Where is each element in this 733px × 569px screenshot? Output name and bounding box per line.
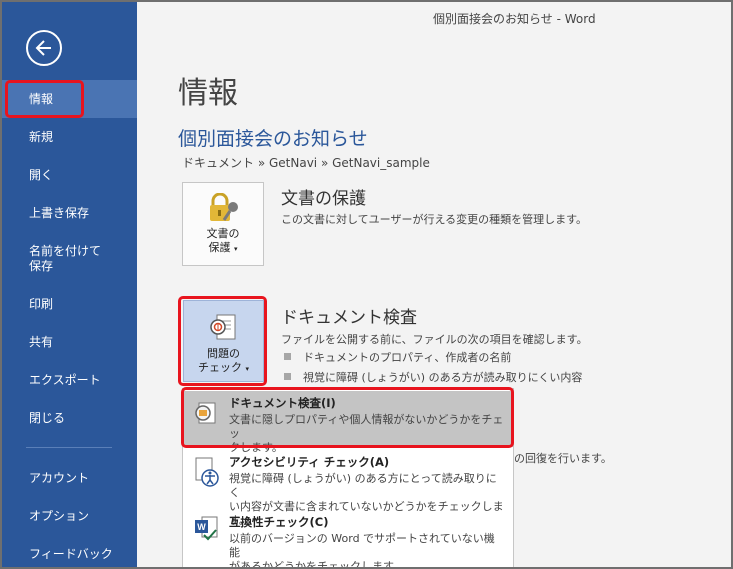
nav-item-save-as[interactable]: 名前を付けて 保存 [0,244,137,274]
nav-item-label: 名前を付けて [29,244,102,258]
nav-item-save[interactable]: 上書き保存 [0,206,137,221]
check-button-label-1: 問題の [207,347,240,360]
nav-item-label: フィードバック [29,547,113,561]
nav-item-label-line2: 保存 [29,259,54,273]
nav-item-label: 印刷 [29,297,54,311]
accessibility-icon [195,457,219,487]
inspect-bullet: 視覚に障碍 (しょうがい) のある方が読み取りにくい内容 [284,369,582,385]
menu-item-title: アクセシビリティ チェック(A) [229,455,390,469]
menu-item-accessibility-check[interactable]: アクセシビリティ チェック(A) 視覚に障碍 (しょうがい) のある方にとって読… [183,451,513,527]
inspect-description: ファイルを公開する前に、ファイルの次の項目を確認します。 [281,333,588,346]
dropdown-caret-icon: ▾ [233,245,238,253]
menu-item-document-inspect[interactable]: ドキュメント検査(I) 文書に隠しプロパティや個人情報がないかどうかをチェッ ク… [183,391,513,454]
svg-text:W: W [197,522,206,532]
check-for-issues-menu: ドキュメント検査(I) 文書に隠しプロパティや個人情報がないかどうかをチェッ ク… [182,388,514,569]
menu-item-compatibility-check[interactable]: W 互換性チェック(C) 以前のバージョンの Word でサポートされていない機… [183,511,513,569]
compatibility-icon: W [195,516,218,541]
check-button-label-2: チェック ▾ [197,361,249,374]
nav-item-label: アカウント [29,471,90,485]
protect-heading: 文書の保護 [281,189,366,209]
nav-item-label: 上書き保存 [29,206,90,220]
page-title: 情報 [178,76,238,111]
protect-button-label-2: 保護 ▾ [208,241,238,254]
nav-item-print[interactable]: 印刷 [0,297,137,312]
nav-item-open[interactable]: 開く [0,168,137,183]
window-title: 個別面接会のお知らせ - Word [433,12,596,26]
nav-item-close[interactable]: 閉じる [0,411,137,426]
dropdown-caret-icon: ▾ [245,365,249,373]
lock-key-icon [210,193,238,221]
nav-item-label: 新規 [29,130,54,144]
nav-item-label: 閉じる [29,411,66,425]
nav-item-share[interactable]: 共有 [0,335,137,350]
nav-item-feedback[interactable]: フィードバック [0,547,137,562]
check-for-issues-button[interactable]: 問題の チェック ▾ [183,300,264,382]
protect-description: この文書に対してユーザーが行える変更の種類を管理します。 [281,213,588,226]
nav-item-label: 開く [29,168,54,182]
nav-item-label: エクスポート [29,373,101,387]
bullet-square-icon [284,373,291,380]
nav-item-new[interactable]: 新規 [0,130,137,145]
menu-item-description: 以前のバージョンの Word でサポートされていない機能 があるかどうかをチェッ… [229,532,495,569]
document-inspect-icon [195,402,216,424]
nav-item-account[interactable]: アカウント [0,471,137,486]
nav-item-info[interactable]: 情報 [0,80,137,118]
breadcrumb: ドキュメント » GetNavi » GetNavi_sample [182,156,430,170]
inspect-heading: ドキュメント検査 [281,308,417,328]
bullet-square-icon [284,353,291,360]
inspect-bullet: ドキュメントのプロパティ、作成者の名前 [284,349,511,365]
nav-divider [26,447,112,448]
versions-description-tail: の回復を行います。 [514,452,612,465]
menu-item-title: 互換性チェック(C) [229,515,329,529]
nav-item-label: 共有 [29,335,54,349]
back-arrow-icon [35,40,51,56]
document-title: 個別面接会のお知らせ [178,128,368,150]
document-check-icon [210,314,236,340]
menu-item-title: ドキュメント検査(I) [229,396,336,410]
nav-item-label: 情報 [29,92,54,106]
backstage-nav: 情報 新規 開く 上書き保存 名前を付けて 保存 印刷 共有 エクスポート 閉じ… [0,0,137,569]
protect-document-button[interactable]: 文書の 保護 ▾ [182,182,264,266]
nav-item-export[interactable]: エクスポート [0,373,137,388]
nav-item-label: オプション [29,509,90,523]
nav-item-options[interactable]: オプション [0,509,137,524]
back-button[interactable] [26,30,62,66]
menu-item-description: 文書に隠しプロパティや個人情報がないかどうかをチェッ クします。 [229,413,504,454]
protect-button-label-1: 文書の [206,227,240,240]
